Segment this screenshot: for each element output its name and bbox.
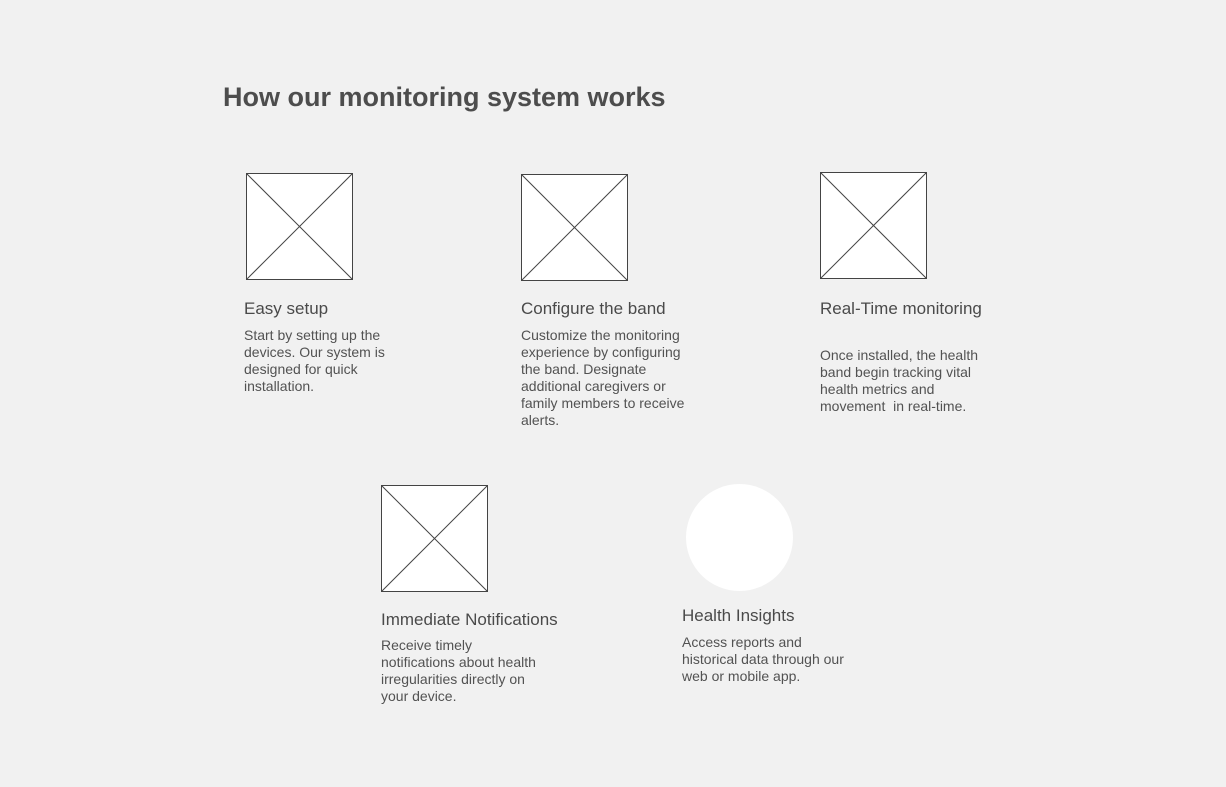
feature-description-easy-setup: Start by setting up the devices. Our sys… — [244, 327, 385, 394]
feature-title-easy-setup: Easy setup — [244, 299, 329, 318]
feature-description-immediate-notifications: Receive timely notifications about healt… — [381, 637, 536, 704]
feature-title-immediate-notifications: Immediate Notifications — [381, 610, 558, 629]
feature-description-configure-band: Customize the monitoring experience by c… — [521, 327, 685, 428]
image-placeholder-icon — [521, 174, 628, 281]
feature-title-health-insights: Health Insights — [682, 606, 795, 625]
image-placeholder-icon — [246, 173, 353, 280]
feature-description-health-insights: Access reports and historical data throu… — [682, 634, 844, 684]
page-title: How our monitoring system works — [223, 82, 666, 112]
circle-placeholder-icon — [686, 484, 793, 591]
feature-title-real-time-monitoring: Real-Time monitoring — [820, 299, 982, 318]
feature-title-configure-band: Configure the band — [521, 299, 666, 318]
feature-description-real-time-monitoring: Once installed, the health band begin tr… — [820, 347, 978, 414]
image-placeholder-icon — [820, 172, 927, 279]
image-placeholder-icon — [381, 485, 488, 592]
